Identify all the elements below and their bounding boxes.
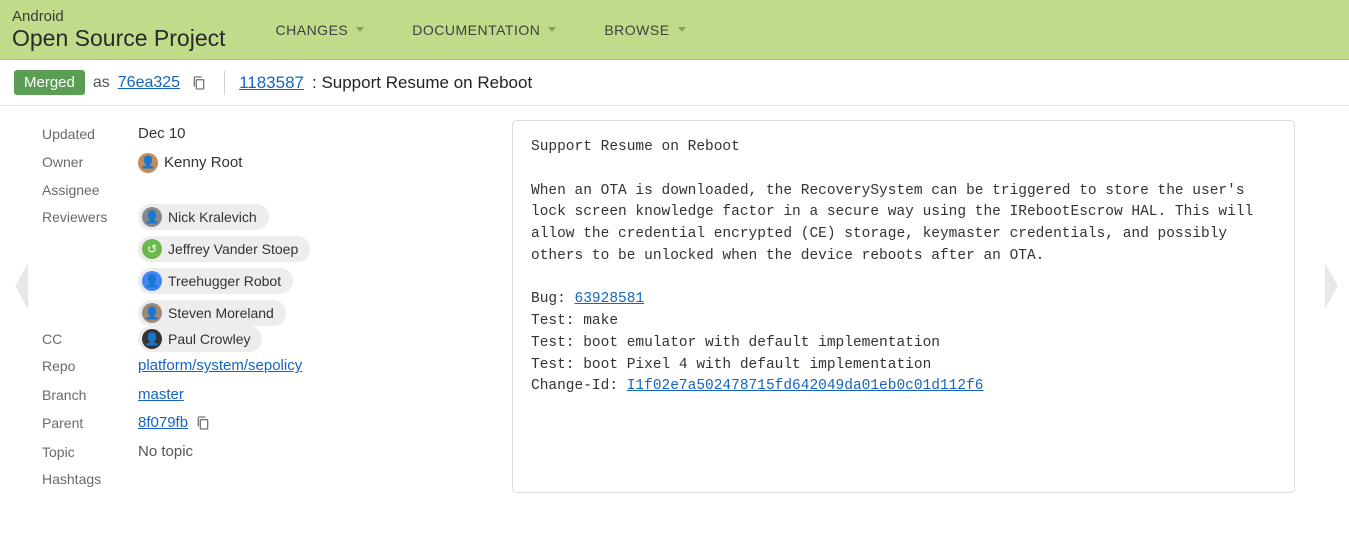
reviewer-name: Jeffrey Vander Stoep — [168, 238, 298, 260]
nav-documentation[interactable]: DOCUMENTATION — [412, 22, 556, 38]
reviewer-name: Nick Kralevich — [168, 206, 257, 228]
nav-label: BROWSE — [604, 22, 669, 38]
commit-hash-link[interactable]: 76ea325 — [118, 74, 180, 92]
repo-label: Repo — [42, 353, 138, 380]
changeid-link[interactable]: I1f02e7a502478715fd642049da01eb0c01d112f… — [627, 378, 984, 394]
row-reviewers: Reviewers 👤 Nick Kralevich ↺ Jeffrey Van… — [42, 204, 512, 326]
chevron-down-icon — [356, 27, 364, 32]
row-repo: Repo platform/system/sepolicy — [42, 352, 512, 381]
next-change-arrow[interactable] — [1311, 120, 1349, 312]
topic-value: No topic — [138, 438, 193, 467]
row-assignee: Assignee — [42, 177, 512, 204]
commit-message-panel: Support Resume on Reboot When an OTA is … — [512, 120, 1295, 493]
reviewer-chip[interactable]: 👤 Steven Moreland — [138, 300, 286, 326]
branch-link[interactable]: master — [138, 381, 184, 410]
nav-label: DOCUMENTATION — [412, 22, 540, 38]
bug-prefix: Bug: — [531, 291, 575, 307]
cc-chip[interactable]: 👤 Paul Crowley — [138, 326, 262, 352]
row-hashtags: Hashtags — [42, 466, 512, 493]
row-topic: Topic No topic — [42, 438, 512, 467]
row-cc: CC 👤 Paul Crowley — [42, 326, 512, 353]
prev-change-arrow[interactable] — [4, 120, 42, 493]
hashtags-label: Hashtags — [42, 466, 138, 493]
reviewer-chip[interactable]: 👤 Treehugger Robot — [138, 268, 293, 294]
logo-top: Android — [12, 8, 226, 25]
updated-value: Dec 10 — [138, 120, 186, 149]
avatar: 👤 — [142, 207, 162, 227]
copy-icon[interactable] — [188, 72, 210, 94]
content: Updated Dec 10 Owner 👤 Kenny Root Assign… — [0, 106, 1349, 507]
topic-label: Topic — [42, 439, 138, 466]
bug-link[interactable]: 63928581 — [575, 291, 645, 307]
copy-icon[interactable] — [192, 412, 214, 434]
reviewers-label: Reviewers — [42, 204, 138, 231]
row-owner: Owner 👤 Kenny Root — [42, 149, 512, 178]
parent-link[interactable]: 8f079fb — [138, 409, 188, 438]
metadata-panel: Updated Dec 10 Owner 👤 Kenny Root Assign… — [42, 120, 512, 493]
cc-name: Paul Crowley — [168, 328, 250, 350]
nav-changes[interactable]: CHANGES — [276, 22, 365, 38]
assignee-label: Assignee — [42, 177, 138, 204]
commit-body: When an OTA is downloaded, the RecoveryS… — [531, 183, 1262, 264]
commit-title: Support Resume on Reboot — [531, 139, 740, 155]
owner-label: Owner — [42, 149, 138, 176]
avatar: 👤 — [142, 329, 162, 349]
reviewer-name: Steven Moreland — [168, 302, 274, 324]
row-updated: Updated Dec 10 — [42, 120, 512, 149]
reviewer-chip[interactable]: ↺ Jeffrey Vander Stoep — [138, 236, 310, 262]
reviewer-name: Treehugger Robot — [168, 270, 281, 292]
change-title-text: Support Resume on Reboot — [321, 73, 532, 92]
cc-label: CC — [42, 326, 138, 353]
test-line-3: Test: boot Pixel 4 with default implemen… — [531, 357, 931, 373]
avatar: 👤 — [142, 271, 162, 291]
parent-label: Parent — [42, 410, 138, 437]
avatar: 👤 — [142, 303, 162, 323]
chevron-down-icon — [678, 27, 686, 32]
row-branch: Branch master — [42, 381, 512, 410]
chevron-down-icon — [548, 27, 556, 32]
nav-label: CHANGES — [276, 22, 349, 38]
change-number-link[interactable]: 1183587 — [239, 73, 304, 93]
as-text: as — [93, 74, 110, 92]
nav-bar: CHANGES DOCUMENTATION BROWSE — [276, 22, 686, 38]
test-line-2: Test: boot emulator with default impleme… — [531, 335, 940, 351]
avatar: ↺ — [142, 239, 162, 259]
branch-label: Branch — [42, 382, 138, 409]
repo-link[interactable]: platform/system/sepolicy — [138, 352, 302, 381]
avatar: 👤 — [138, 153, 158, 173]
nav-browse[interactable]: BROWSE — [604, 22, 685, 38]
change-title: : Support Resume on Reboot — [312, 73, 532, 93]
logo[interactable]: Android Open Source Project — [12, 8, 226, 52]
row-parent: Parent 8f079fb — [42, 409, 512, 438]
reviewers-list: 👤 Nick Kralevich ↺ Jeffrey Vander Stoep … — [138, 204, 310, 326]
logo-bottom: Open Source Project — [12, 25, 226, 51]
subheader: Merged as 76ea325 1183587 : Support Resu… — [0, 60, 1349, 106]
test-line-1: Test: make — [531, 313, 618, 329]
changeid-prefix: Change-Id: — [531, 378, 627, 394]
updated-label: Updated — [42, 121, 138, 148]
status-badge: Merged — [14, 70, 85, 95]
owner-value: 👤 Kenny Root — [138, 149, 242, 178]
reviewer-chip[interactable]: 👤 Nick Kralevich — [138, 204, 269, 230]
divider — [224, 71, 225, 95]
header: Android Open Source Project CHANGES DOCU… — [0, 0, 1349, 60]
owner-name: Kenny Root — [164, 149, 242, 178]
